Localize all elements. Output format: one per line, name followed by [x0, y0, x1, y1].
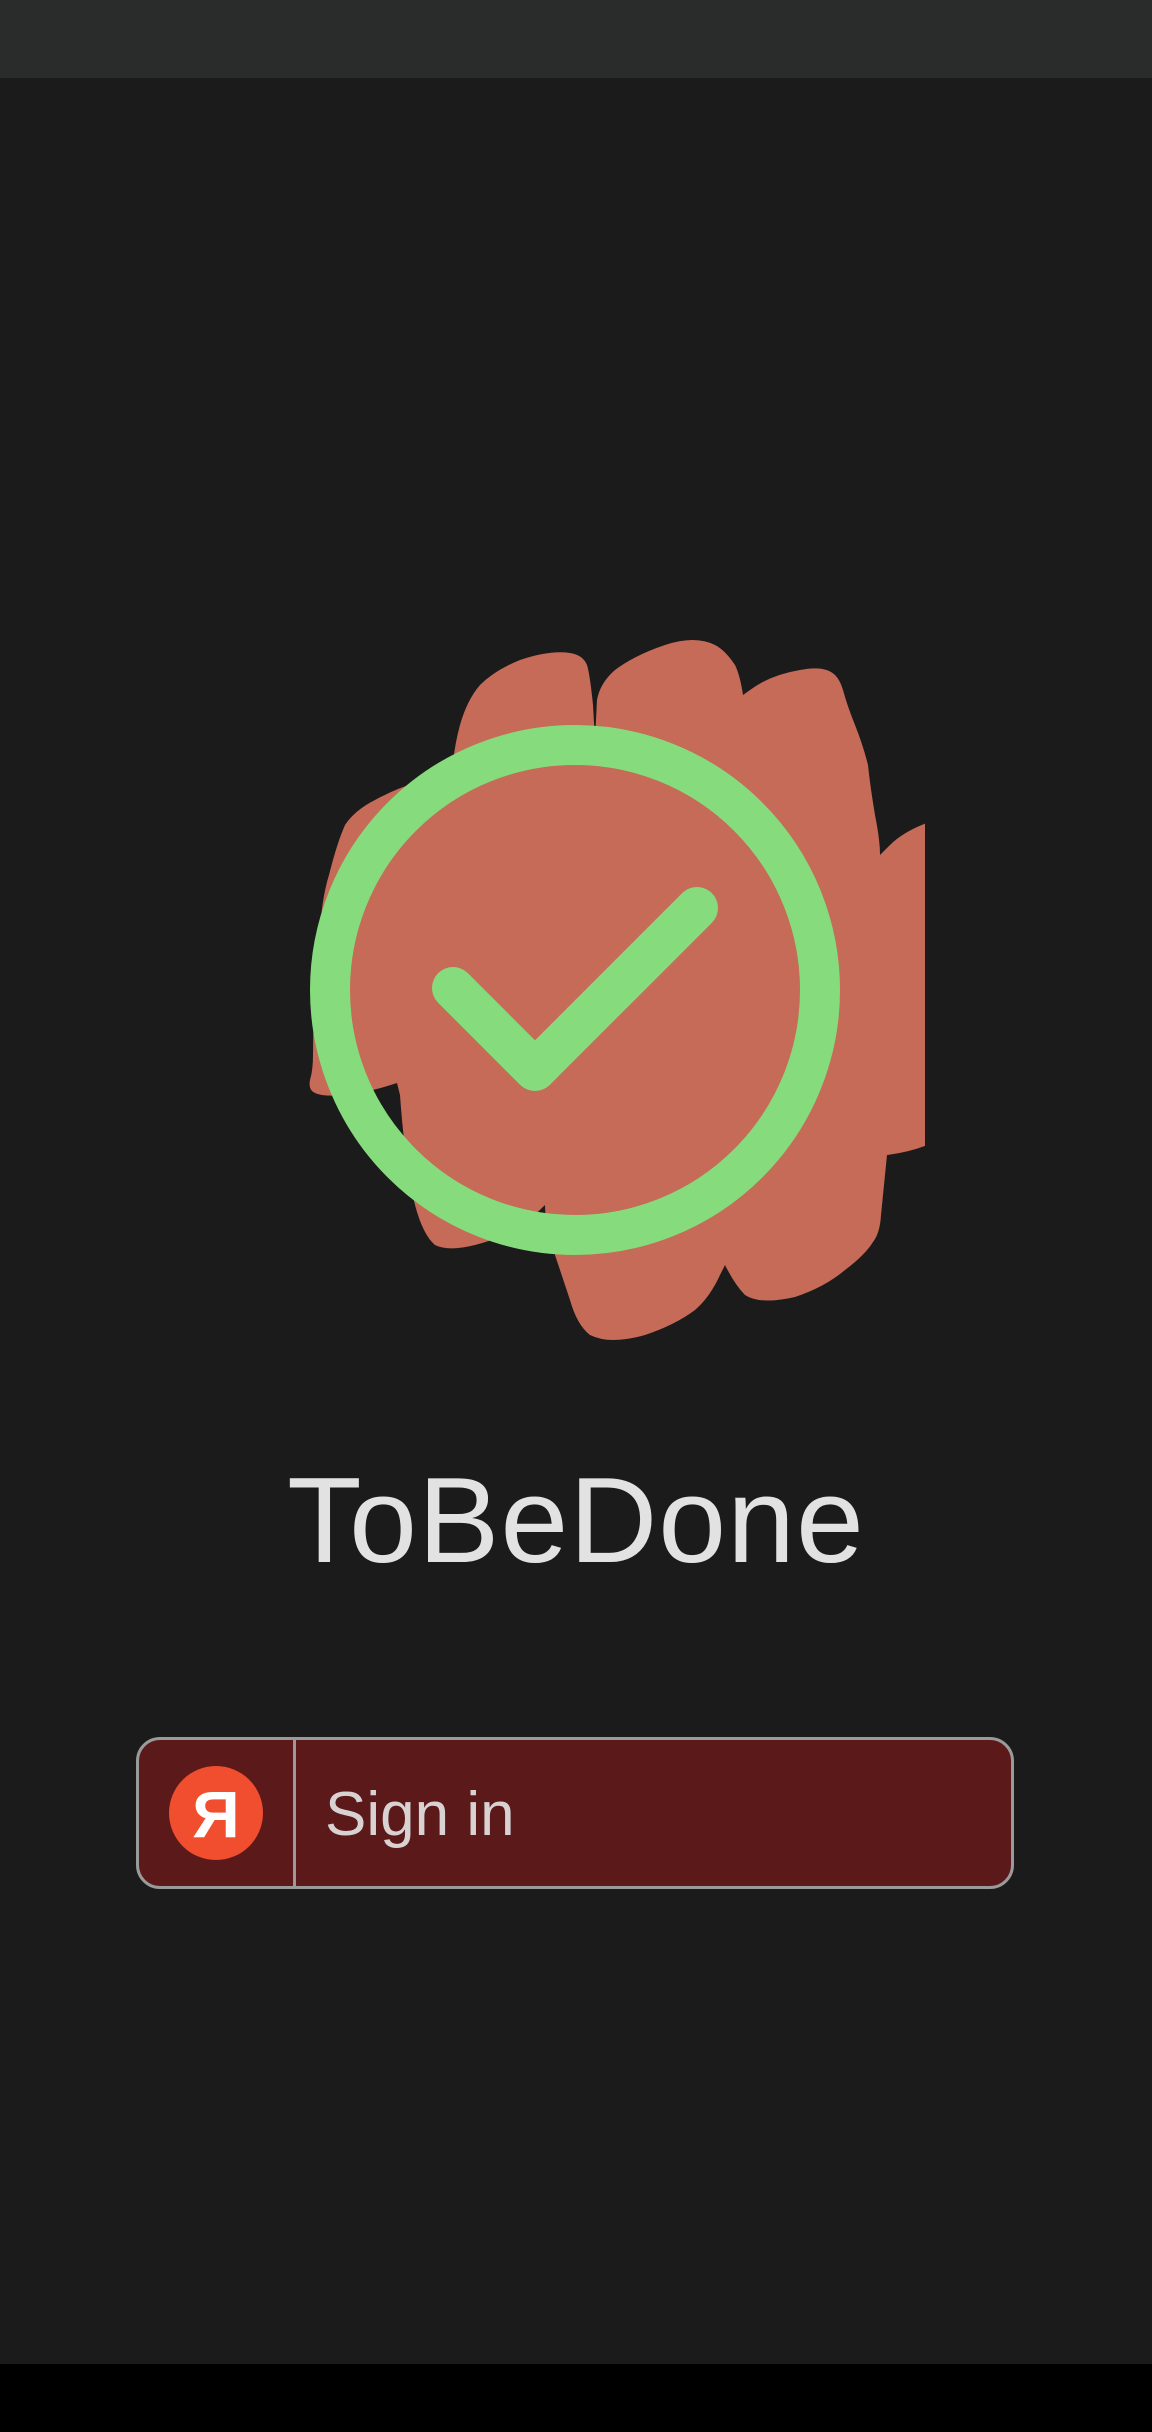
- provider-logo-area: Я: [139, 1740, 296, 1886]
- sign-in-button[interactable]: Я Sign in: [136, 1737, 1014, 1889]
- sign-in-label: Sign in: [325, 1780, 515, 1849]
- navigation-bar: [0, 2364, 1152, 2432]
- app-title: ToBeDone: [287, 1452, 865, 1588]
- yandex-icon: Я: [169, 1766, 263, 1860]
- status-bar: [0, 0, 1152, 78]
- login-screen: ToBeDone Я Sign in: [0, 0, 1152, 2432]
- app-logo-icon: [309, 640, 925, 1340]
